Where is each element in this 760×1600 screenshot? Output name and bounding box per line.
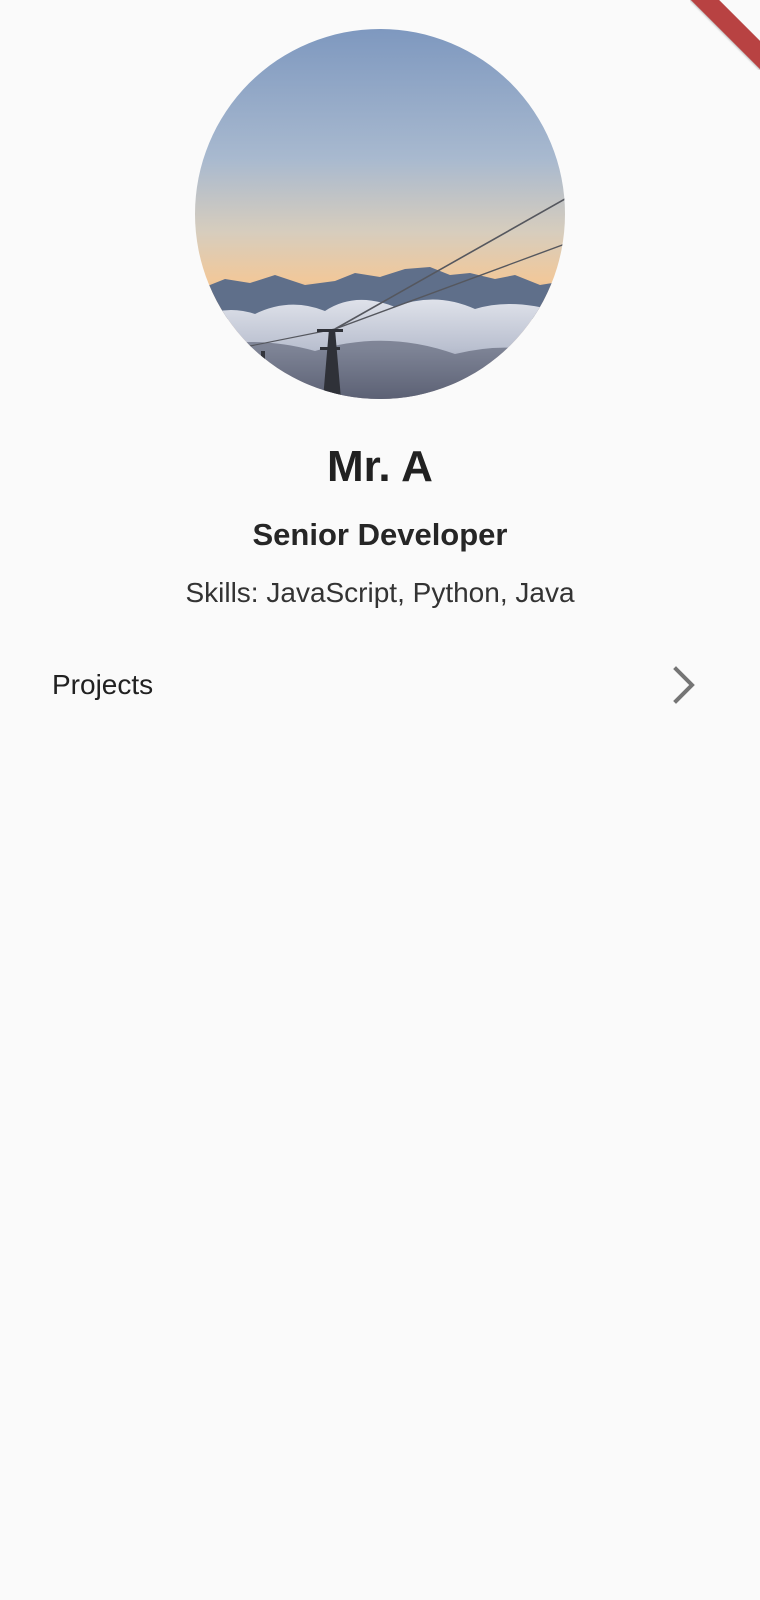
debug-ribbon: [690, 0, 760, 70]
profile-name: Mr. A: [327, 442, 433, 491]
profile-skills: Skills: JavaScript, Python, Java: [185, 577, 575, 608]
projects-label: Projects: [52, 669, 154, 700]
avatar-image: [195, 29, 565, 399]
profile-role: Senior Developer: [252, 517, 508, 552]
profile-avatar: [195, 29, 565, 399]
debug-banner: [690, 0, 760, 70]
chevron-right-icon: [670, 665, 700, 705]
projects-list-item[interactable]: Projects: [0, 645, 760, 725]
